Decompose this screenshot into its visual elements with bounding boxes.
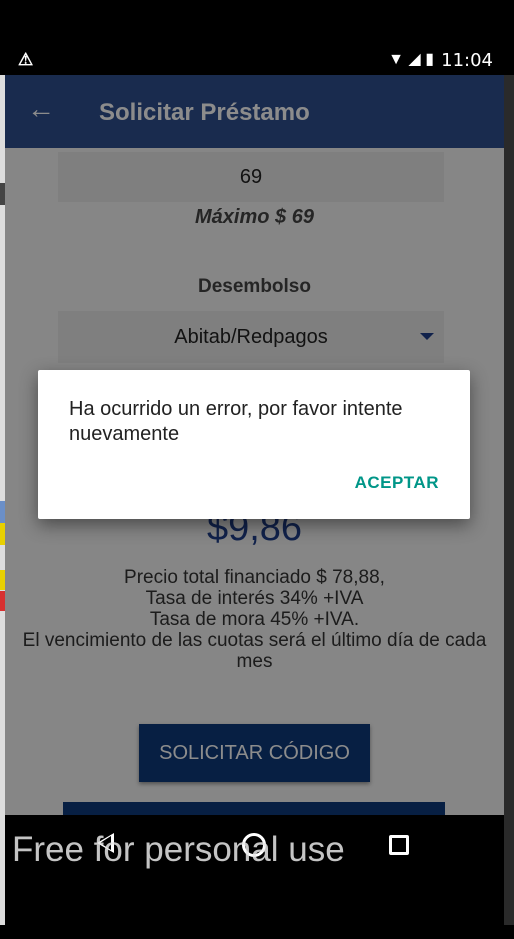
wifi-icon: ▼ bbox=[388, 51, 404, 68]
warning-icon: ⚠ bbox=[18, 50, 34, 69]
status-bar: ⚠ ▼ ◢ ▮ 11:04 bbox=[0, 0, 514, 75]
error-dialog: Ha ocurrido un error, por favor intente … bbox=[38, 370, 470, 519]
signal-icon: ◢ bbox=[408, 51, 421, 68]
clock: 11:04 bbox=[441, 50, 493, 71]
error-message: Ha ocurrido un error, por favor intente … bbox=[69, 398, 403, 445]
battery-icon: ▮ bbox=[425, 51, 434, 68]
background-app-strip-right bbox=[504, 75, 514, 925]
system-status-icons: ▼ ◢ ▮ bbox=[388, 49, 434, 69]
watermark-text: Free for personal use bbox=[12, 830, 345, 869]
accept-button[interactable]: ACEPTAR bbox=[355, 473, 439, 493]
nav-recents-icon[interactable] bbox=[389, 835, 409, 855]
